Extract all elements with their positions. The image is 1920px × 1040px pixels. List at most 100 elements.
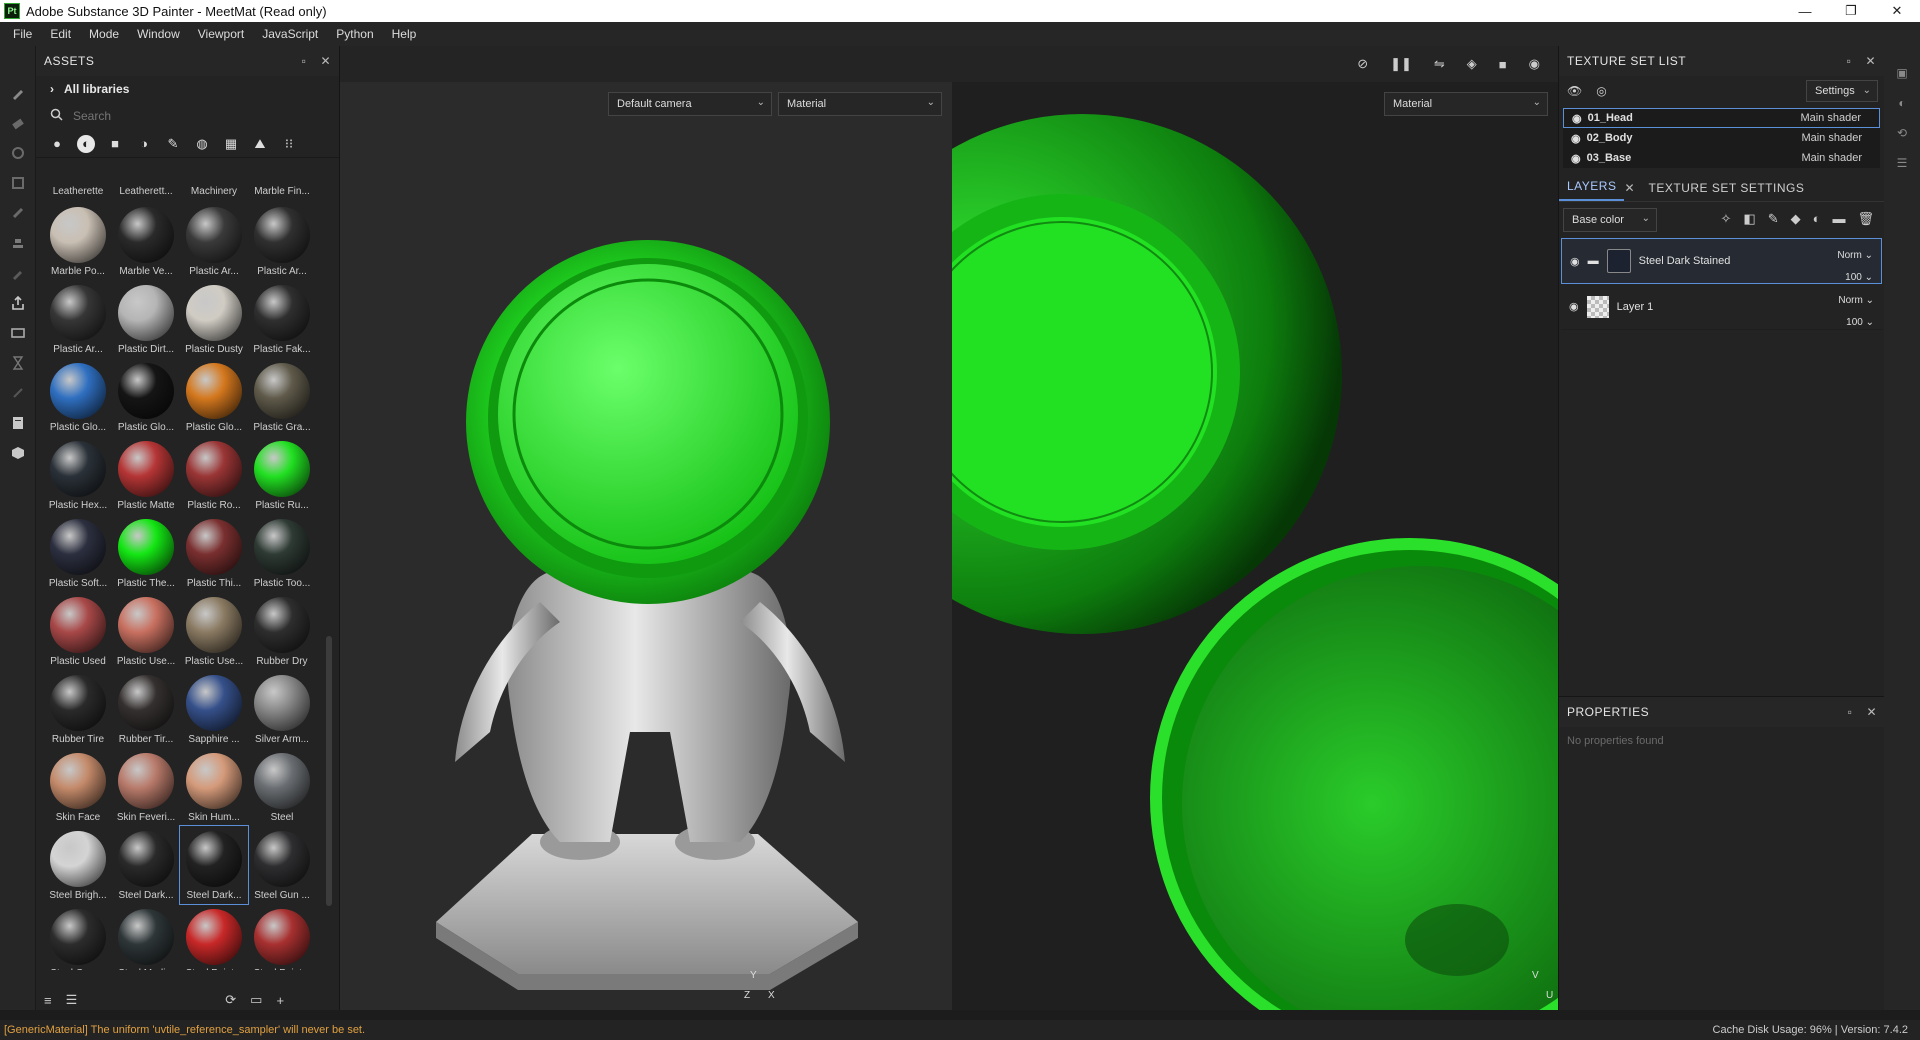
screenshot-icon[interactable]: ◉ <box>1529 56 1540 72</box>
picker-tool-icon[interactable] <box>0 258 36 288</box>
material-thumbnail[interactable]: Plastic The... <box>112 514 180 592</box>
material-thumbnail[interactable]: Sapphire ... <box>180 670 248 748</box>
menu-python[interactable]: Python <box>327 27 382 41</box>
bake-icon[interactable] <box>0 318 36 348</box>
add-fill-layer-icon[interactable]: ◆ <box>1791 211 1801 227</box>
filter-grid-view-icon[interactable]: ⁝⁝ <box>280 135 298 153</box>
add-folder-icon[interactable]: ▬ <box>1832 211 1845 227</box>
shader-name[interactable]: Main shader <box>1801 132 1862 144</box>
minimize-button[interactable]: — <box>1782 0 1828 22</box>
material-thumbnail[interactable]: Plastic Thi... <box>180 514 248 592</box>
close-button[interactable]: ✕ <box>1874 0 1920 22</box>
material-thumbnail[interactable]: Plastic Use... <box>180 592 248 670</box>
2d-view[interactable]: Material ⌄ V U <box>952 82 1558 1010</box>
material-thumbnail[interactable]: Plastic Soft... <box>44 514 112 592</box>
assets-scrollbar[interactable] <box>326 636 332 906</box>
filter-particle-icon[interactable]: ◍ <box>193 135 211 153</box>
material-thumbnail[interactable]: Plastic Glo... <box>112 358 180 436</box>
close-panel-icon[interactable]: ✕ <box>1866 705 1877 719</box>
menu-mode[interactable]: Mode <box>80 27 128 41</box>
close-panel-icon[interactable]: ✕ <box>320 54 331 68</box>
paint-brush-tool-icon[interactable] <box>0 78 36 108</box>
layer-row[interactable]: ◉ ▬ Steel Dark Stained Norm ⌄ 100 ⌄ <box>1561 238 1882 284</box>
menu-viewport[interactable]: Viewport <box>189 27 253 41</box>
filter-mask-icon[interactable]: ■ <box>106 135 124 153</box>
sort-icon[interactable]: ≡ <box>44 993 52 1008</box>
log-icon[interactable]: ☰ <box>1884 148 1920 178</box>
layer-opacity[interactable]: 100 <box>1846 317 1863 328</box>
filter-material-icon[interactable]: ● <box>48 135 66 153</box>
filter-brush-icon[interactable]: ✎ <box>164 135 182 153</box>
document-icon[interactable] <box>0 408 36 438</box>
material-thumbnail[interactable]: Steel <box>248 748 316 826</box>
material-thumbnail[interactable]: Plastic Hex... <box>44 436 112 514</box>
hourglass-icon[interactable] <box>0 348 36 378</box>
material-thumbnail[interactable]: Steel Paint... <box>248 904 316 970</box>
material-thumbnail[interactable]: Plastic Used <box>44 592 112 670</box>
filter-texture-icon[interactable]: ▦ <box>222 135 240 153</box>
camera-video-icon[interactable]: ■ <box>1499 57 1507 72</box>
view-cube-icon[interactable]: ◈ <box>1467 56 1477 72</box>
material-thumbnail[interactable]: Steel Paint... <box>180 904 248 970</box>
link-icon[interactable] <box>0 378 36 408</box>
library-selector[interactable]: › All libraries <box>36 76 339 102</box>
material-thumbnail[interactable]: Plastic Dusty <box>180 280 248 358</box>
shader-name[interactable]: Main shader <box>1801 152 1862 164</box>
add-effect-icon[interactable]: ✧ <box>1721 211 1732 227</box>
material-thumbnail[interactable]: Rubber Tire <box>44 670 112 748</box>
display-settings-icon[interactable]: ◐ <box>1884 88 1920 118</box>
material-thumbnail[interactable]: Skin Feveri... <box>112 748 180 826</box>
hide-icon[interactable]: ⊘ <box>1357 56 1368 72</box>
eye-icon[interactable]: ◉ <box>1571 132 1581 145</box>
material-thumbnail[interactable]: Steel Brigh... <box>44 826 112 904</box>
material-thumbnail[interactable]: Marble Ve... <box>112 202 180 280</box>
float-panel-icon[interactable]: ▫ <box>1848 705 1853 719</box>
material-thumbnail[interactable]: Silver Arm... <box>248 670 316 748</box>
filter-smart-material-icon[interactable]: ◐ <box>77 134 95 153</box>
tab-layers[interactable]: LAYERS <box>1559 179 1625 201</box>
material-thumbnail[interactable]: Plastic Ar... <box>180 202 248 280</box>
layer-blend[interactable]: Norm ⌄ 100 ⌄ <box>1837 245 1873 289</box>
material-thumbnail[interactable]: Steel Gun ... <box>44 904 112 970</box>
texture-set-row[interactable]: ◉ 03_Base Main shader <box>1563 148 1880 168</box>
material-thumbnail[interactable]: Plastic Too... <box>248 514 316 592</box>
material-thumbnail[interactable]: Steel Dark... <box>112 826 180 904</box>
cube-icon[interactable] <box>0 438 36 468</box>
eye-icon[interactable]: ◉ <box>1572 112 1582 125</box>
texture-set-icon[interactable]: ▣ <box>1884 58 1920 88</box>
3d-view[interactable]: Default camera ⌄ Material ⌄ Y Z X <box>340 82 952 1010</box>
material-thumbnail[interactable]: Plastic Ro... <box>180 436 248 514</box>
layer-name[interactable]: Layer 1 <box>1617 301 1654 313</box>
eye-icon[interactable]: ◉ <box>1569 300 1579 313</box>
add-icon[interactable]: + <box>276 993 284 1008</box>
material-thumbnail[interactable]: Plastic Glo... <box>180 358 248 436</box>
settings-dropdown[interactable]: Settings ⌄ <box>1806 80 1878 102</box>
filter-environment-icon[interactable]: ⛰ <box>251 135 269 153</box>
add-smart-material-icon[interactable]: ◐ <box>1813 211 1821 227</box>
menu-file[interactable]: File <box>4 27 41 41</box>
layer-blend[interactable]: Norm ⌄ 100 ⌄ <box>1838 290 1874 334</box>
menu-javascript[interactable]: JavaScript <box>253 27 327 41</box>
material-thumbnail[interactable]: Rubber Dry <box>248 592 316 670</box>
filter-generator-icon[interactable]: ◑ <box>135 135 153 153</box>
clone-tool-icon[interactable] <box>0 228 36 258</box>
close-tab-icon[interactable]: ✕ <box>1624 181 1640 201</box>
eye-icon[interactable]: ◉ <box>1570 255 1580 268</box>
material-thumbnail[interactable]: Plastic Dirt... <box>112 280 180 358</box>
search-input[interactable] <box>73 109 273 123</box>
add-mask-icon[interactable]: ◧ <box>1743 211 1755 227</box>
material-thumbnail[interactable]: Plastic Ar... <box>44 280 112 358</box>
material-thumbnail[interactable]: Marble Po... <box>44 202 112 280</box>
material-thumbnail[interactable]: Plastic Fak... <box>248 280 316 358</box>
geometry-mask-tool-icon[interactable] <box>0 168 36 198</box>
material-thumbnail[interactable]: Rubber Tir... <box>112 670 180 748</box>
add-paint-layer-icon[interactable]: ✎ <box>1768 211 1779 227</box>
hide-all-icon[interactable]: 👁 <box>1567 84 1582 98</box>
material-thumbnail[interactable]: Steel Dark... <box>179 825 249 905</box>
restore-button[interactable]: ❐ <box>1828 0 1874 22</box>
menu-help[interactable]: Help <box>383 27 426 41</box>
blend-mode[interactable]: Norm <box>1838 295 1862 306</box>
menu-edit[interactable]: Edit <box>41 27 80 41</box>
material-thumbnail[interactable]: Plastic Use... <box>112 592 180 670</box>
eye-icon[interactable]: ◉ <box>1571 152 1581 165</box>
